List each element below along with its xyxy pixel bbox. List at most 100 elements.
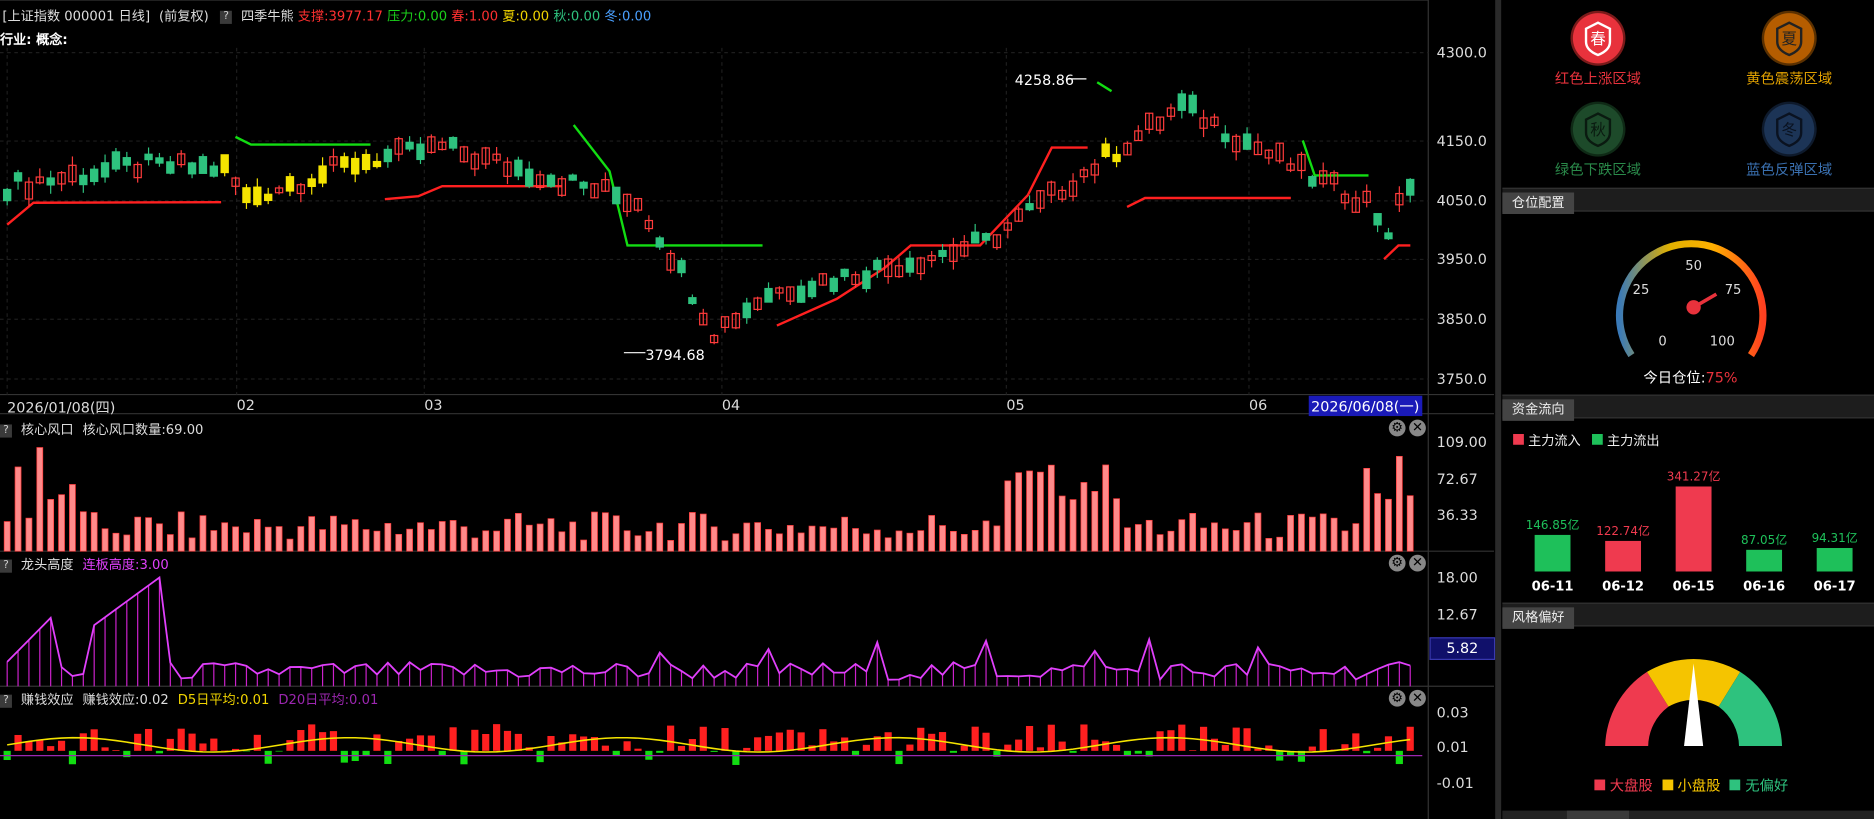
spring-label: 红色上涨区域 — [1554, 70, 1642, 88]
wind-bar — [612, 515, 620, 552]
wind-bar — [939, 525, 946, 552]
svg-text:秋: 秋 — [1590, 121, 1606, 139]
panel2-gear-icon[interactable]: ⚙ — [1388, 554, 1406, 572]
autumn-label: 绿色下跌区域 — [1554, 161, 1642, 179]
candlestick — [601, 172, 610, 192]
y-tick-4050: 4050.0 — [1436, 192, 1487, 210]
profit-bar — [1221, 744, 1229, 751]
sidebar-divider[interactable] — [1495, 0, 1502, 819]
panel2-close-icon[interactable]: ✕ — [1409, 554, 1426, 572]
profit-bar — [1025, 725, 1034, 751]
profit-bar — [427, 735, 435, 751]
panel1-close-icon[interactable]: ✕ — [1409, 419, 1426, 437]
candlestick — [818, 272, 828, 286]
wind-bar — [243, 532, 250, 552]
profit-bar — [362, 750, 370, 756]
panel2-header: ? 龙头高度 连板高度:3.00 — [0, 555, 169, 574]
panel3-title[interactable]: 赚钱效应 — [21, 692, 74, 708]
style-legend-none: 无偏好 — [1745, 777, 1789, 794]
sidebar-tab-active[interactable] — [1566, 810, 1630, 819]
panel1-help-icon[interactable]: ? — [0, 423, 12, 437]
wind-bar — [362, 529, 370, 552]
candlestick — [1275, 142, 1284, 164]
wind-bar — [602, 512, 609, 552]
wind-bar — [188, 537, 196, 552]
wind-bar — [286, 538, 294, 552]
support-line — [1126, 196, 1291, 208]
y-tick-4150: 4150.0 — [1436, 132, 1487, 150]
candlestick — [1047, 180, 1056, 204]
wind-bar — [3, 521, 11, 552]
support-line — [776, 146, 1088, 327]
panel3-gear-icon[interactable]: ⚙ — [1388, 689, 1406, 707]
wind-bar — [384, 523, 392, 552]
wind-bar — [210, 530, 218, 552]
panel3-close-icon[interactable]: ✕ — [1409, 689, 1426, 707]
candle-body — [340, 156, 349, 168]
profit-bar — [340, 750, 348, 763]
panel2-help-icon[interactable]: ? — [0, 558, 12, 573]
profit-bar — [1156, 731, 1164, 751]
candle-body — [187, 162, 197, 175]
profit-bar — [895, 750, 903, 765]
profit-bar — [775, 732, 783, 751]
wind-bar — [863, 533, 870, 552]
candlestick — [655, 235, 664, 250]
wind-bar — [699, 513, 707, 552]
wind-bar — [808, 525, 816, 552]
candlestick — [405, 136, 414, 152]
wind-bar — [504, 518, 511, 552]
candlestick — [361, 149, 371, 174]
panel2-title[interactable]: 龙头高度 — [21, 557, 74, 573]
sidebar-tabbar[interactable] — [1502, 810, 1874, 819]
candlestick — [894, 257, 904, 278]
panel1-title[interactable]: 核心风口 — [21, 422, 74, 438]
wind-bar — [1211, 522, 1218, 552]
candlestick — [13, 169, 23, 190]
wind-bar — [395, 533, 403, 552]
wind-bar — [449, 520, 457, 552]
wind-bar — [1406, 495, 1414, 552]
profit-bar — [710, 750, 718, 752]
wind-bar — [1037, 471, 1044, 552]
wind-bar — [1352, 523, 1360, 552]
candle-body — [198, 156, 208, 174]
profit-bar — [482, 733, 490, 751]
candlestick — [1351, 190, 1361, 213]
candlestick — [612, 186, 621, 205]
x-label-may: 05 — [1006, 396, 1025, 414]
profit-bar — [601, 745, 609, 751]
gauge-tick-50: 50 — [1685, 259, 1702, 274]
candle-body — [807, 280, 817, 298]
candle-body — [13, 172, 23, 182]
wind-bar — [134, 516, 142, 552]
wind-bar — [950, 530, 957, 552]
candlestick — [296, 182, 306, 203]
wind-bar — [1004, 480, 1012, 552]
candlestick — [992, 234, 1002, 250]
wind-bar — [960, 534, 968, 552]
candlestick — [427, 134, 436, 154]
candlestick — [807, 277, 817, 300]
candlestick — [242, 184, 251, 209]
wind-bar — [971, 530, 979, 552]
panel3-help-icon[interactable]: ? — [0, 694, 12, 708]
candlestick — [862, 266, 871, 293]
panel1-gear-icon[interactable]: ⚙ — [1388, 419, 1406, 437]
candlestick — [1112, 146, 1121, 168]
pressure-line — [1096, 81, 1113, 93]
position-gauge: 0 25 50 75 100 — [1615, 240, 1767, 358]
panel2-y-max: 18.00 — [1436, 569, 1478, 586]
profit-bar — [112, 750, 120, 751]
candlestick — [883, 255, 893, 284]
wind-bar — [1341, 530, 1349, 552]
candlestick — [1395, 186, 1404, 212]
candlestick — [198, 153, 208, 174]
x-label-mar: 03 — [424, 396, 443, 414]
wind-bar — [1298, 513, 1305, 552]
candlestick — [57, 171, 66, 192]
wind-bar — [1102, 464, 1110, 552]
wind-bar — [1276, 536, 1284, 552]
support-line — [6, 200, 222, 226]
candlestick — [1221, 125, 1230, 149]
